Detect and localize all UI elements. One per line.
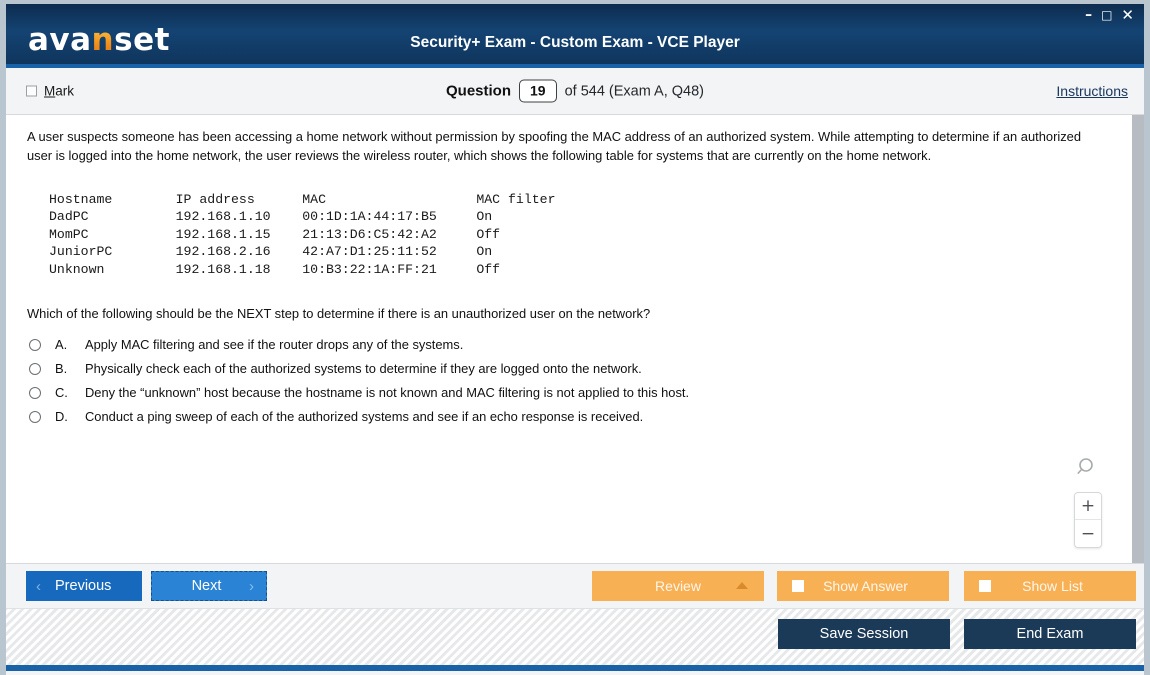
close-icon[interactable]: ✕ [1121,8,1134,23]
review-button[interactable]: Review [592,571,764,601]
window-controls: – □ ✕ [1085,8,1134,23]
radio-button-c[interactable] [29,387,41,400]
option-text-b: Physically check each of the authorized … [85,361,642,377]
checkbox-square-icon [979,580,991,592]
answer-option-a[interactable]: A. Apply MAC filtering and see if the ro… [27,337,1106,352]
zoom-out-button[interactable]: − [1075,520,1101,547]
footer-bar: Save Session End Exam [6,609,1144,671]
question-header-bar: Mark Question 19 of 544 (Exam A, Q48) In… [6,68,1144,115]
question-stem-text: A user suspects someone has been accessi… [27,129,1082,163]
chevron-left-icon: ‹ [36,577,41,595]
radio-button-d[interactable] [29,411,41,424]
option-letter-a: A. [55,337,68,353]
question-total-label: of 544 (Exam A, Q48) [564,83,705,99]
option-letter-c: C. [55,385,68,401]
answer-option-c[interactable]: C. Deny the “unknown” host because the h… [27,385,1106,400]
option-letter-d: D. [55,409,68,425]
question-content-area: A user suspects someone has been accessi… [6,115,1144,564]
window-title: Security+ Exam - Custom Exam - VCE Playe… [410,34,740,51]
magnifier-icon[interactable] [1076,456,1100,480]
vce-player-window: avanset Security+ Exam - Custom Exam - V… [0,0,1150,675]
question-counter: Question 19 of 544 (Exam A, Q48) [6,79,1144,103]
option-text-d: Conduct a ping sweep of each of the auth… [85,409,644,425]
show-answer-button[interactable]: Show Answer [777,571,949,601]
option-text-a: Apply MAC filtering and see if the route… [85,337,464,353]
navigation-bar: ‹ Previous Next › Review Show Answer Sho… [6,564,1144,609]
zoom-controls: + − [1074,458,1102,548]
network-table: Hostname IP address MAC MAC filter DadPC… [49,192,556,277]
minimize-icon[interactable]: – [1085,8,1092,22]
previous-button[interactable]: ‹ Previous [26,571,142,601]
question-content-inner: A user suspects someone has been accessi… [6,115,1130,563]
show-list-button[interactable]: Show List [964,571,1136,601]
question-word-label: Question [445,82,511,100]
show-list-button-label: Show List [1022,578,1083,594]
next-button[interactable]: Next › [151,571,267,601]
previous-button-label: Previous [55,578,112,594]
title-bar: avanset Security+ Exam - Custom Exam - V… [6,4,1144,68]
answer-options-list: A. Apply MAC filtering and see if the ro… [27,337,1106,424]
show-answer-button-label: Show Answer [823,578,908,594]
question-number-input[interactable]: 19 [519,79,557,103]
maximize-icon[interactable]: □ [1101,8,1112,22]
question-prompt-text: Which of the following should be the NEX… [27,306,651,322]
zoom-button-group: + − [1074,492,1102,548]
answer-option-d[interactable]: D. Conduct a ping sweep of each of the a… [27,409,1106,424]
answer-option-b[interactable]: B. Physically check each of the authoriz… [27,361,1106,376]
instructions-link[interactable]: Instructions [1056,83,1128,99]
option-letter-b: B. [55,361,68,377]
content-scrollbar[interactable] [1131,115,1144,563]
chevron-right-icon: › [248,577,254,595]
option-text-c: Deny the “unknown” host because the host… [85,385,690,401]
review-button-label: Review [655,578,701,594]
end-exam-button[interactable]: End Exam [964,619,1136,649]
checkbox-square-icon [792,580,804,592]
save-session-button[interactable]: Save Session [778,619,950,649]
triangle-up-icon [736,582,748,589]
zoom-in-button[interactable]: + [1075,493,1101,520]
radio-button-b[interactable] [29,363,41,376]
radio-button-a[interactable] [29,339,41,352]
next-button-label: Next [191,578,222,594]
